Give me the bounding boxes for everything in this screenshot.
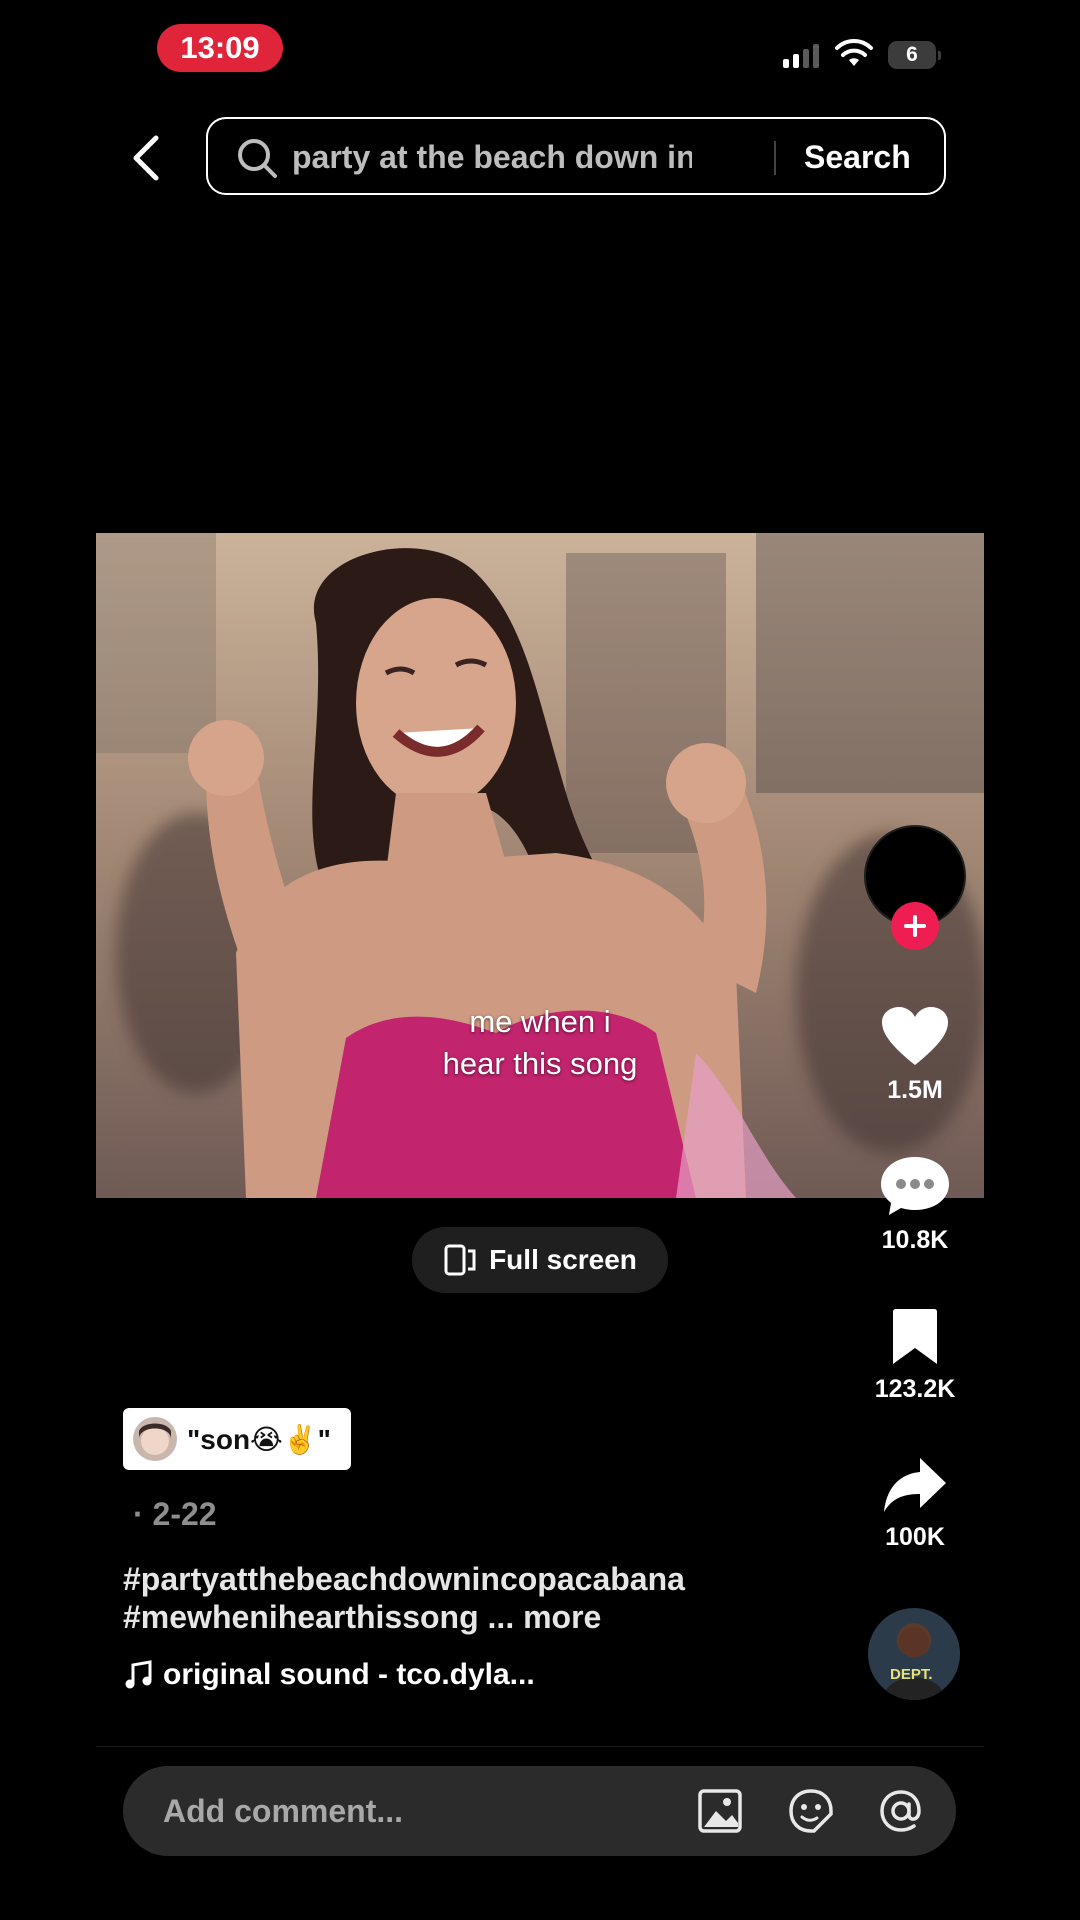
sound-avatar-label: DEPT.: [890, 1666, 933, 1683]
save-action[interactable]: 123.2K: [860, 1308, 970, 1404]
cellular-signal-icon: [783, 44, 819, 68]
sticker-label: "son😭✌️": [123, 1408, 351, 1470]
sticker-text: "son😭✌️": [187, 1423, 331, 1455]
share-action[interactable]: 100K: [860, 1456, 970, 1552]
wifi-icon: [835, 38, 873, 66]
sound-avatar[interactable]: DEPT.: [868, 1608, 960, 1700]
caption-line-1: me when i: [469, 1004, 611, 1039]
like-count: 1.5M: [887, 1076, 943, 1104]
search-button[interactable]: Search: [804, 135, 911, 179]
rotate-screen-icon: [444, 1244, 476, 1276]
hashtag-1[interactable]: #partyatthebeachdownincopacabana: [123, 1560, 783, 1598]
video-player[interactable]: me when i hear this song: [96, 533, 984, 1198]
heart-icon[interactable]: [880, 1005, 950, 1067]
bookmark-icon[interactable]: [889, 1308, 941, 1366]
comment-bubble-icon[interactable]: [879, 1155, 951, 1217]
video-frame-illustration: [188, 548, 796, 1198]
comment-input[interactable]: Add comment...: [123, 1766, 956, 1856]
battery-indicator: 6: [888, 41, 941, 69]
post-date: · 2-22: [133, 1496, 217, 1532]
save-count: 123.2K: [874, 1375, 956, 1403]
sticker-face-illustration: [139, 1423, 171, 1455]
plus-icon: [904, 915, 926, 937]
sound-name[interactable]: original sound - tco.dyla...: [163, 1658, 535, 1692]
status-time: 13:09: [157, 24, 283, 72]
like-action[interactable]: 1.5M: [860, 1005, 970, 1105]
hashtag-2[interactable]: #mewhenihearthissong: [123, 1599, 479, 1635]
sound-link[interactable]: original sound - tco.dyla...: [123, 1658, 535, 1692]
search-query[interactable]: party at the beach down in...: [292, 135, 692, 179]
comment-action[interactable]: 10.8K: [860, 1155, 970, 1255]
comment-count: 10.8K: [881, 1226, 949, 1254]
follow-button[interactable]: [891, 902, 939, 950]
more-link[interactable]: ... more: [488, 1599, 602, 1635]
comment-placeholder[interactable]: Add comment...: [163, 1789, 403, 1833]
divider: [96, 1746, 984, 1747]
back-arrow-icon[interactable]: [124, 132, 168, 184]
caption-line-2: hear this song: [442, 1046, 638, 1081]
search-divider: [774, 141, 776, 175]
share-arrow-icon[interactable]: [882, 1456, 948, 1514]
post-hashtags[interactable]: #partyatthebeachdownincopacabana #mewhen…: [123, 1560, 783, 1636]
video-caption: me when i hear this song: [96, 1001, 984, 1085]
emoji-sticker-icon[interactable]: [787, 1787, 835, 1835]
music-note-icon: [125, 1660, 152, 1689]
sound-avatar-illustration: [882, 1627, 946, 1700]
mention-icon[interactable]: [877, 1787, 925, 1835]
fullscreen-button[interactable]: Full screen: [412, 1227, 668, 1293]
search-icon: [238, 139, 277, 178]
image-icon[interactable]: [696, 1787, 744, 1835]
share-count: 100K: [885, 1523, 945, 1551]
sticker-avatar: [133, 1417, 177, 1461]
fullscreen-label: Full screen: [489, 1244, 637, 1275]
search-bar[interactable]: party at the beach down in... Search: [206, 117, 946, 195]
